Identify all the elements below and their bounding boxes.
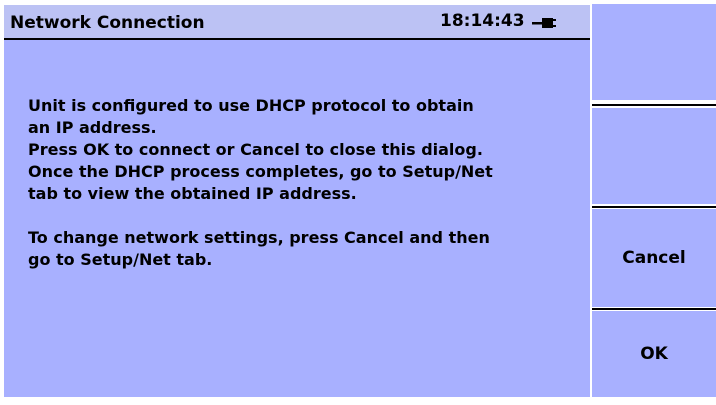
message-line: Unit is configured to use DHCP protocol … [28, 96, 474, 115]
softkey-divider [592, 104, 716, 106]
softkey-1[interactable] [592, 4, 716, 100]
message-line: To change network settings, press Cancel… [28, 228, 490, 247]
message-spacer [28, 205, 568, 227]
cancel-button[interactable]: Cancel [592, 209, 716, 307]
ok-button[interactable]: OK [592, 311, 716, 397]
dialog-title: Network Connection [10, 13, 205, 33]
softkey-divider [592, 308, 716, 310]
clock: 18:14:43 [440, 11, 525, 31]
softkey-panel: Cancel OK [592, 4, 716, 397]
message-line: an IP address. [28, 118, 157, 137]
network-plug-icon [532, 18, 556, 28]
dialog-message: Unit is configured to use DHCP protocol … [28, 95, 568, 271]
message-line: go to Setup/Net tab. [28, 250, 213, 269]
title-bar: Network Connection 18:14:43 [4, 4, 590, 40]
screen: Network Connection 18:14:43 Unit is conf… [0, 0, 716, 405]
message-line: tab to view the obtained IP address. [28, 184, 357, 203]
softkey-2[interactable] [592, 108, 716, 204]
message-line: Once the DHCP process completes, go to S… [28, 162, 493, 181]
softkey-divider [592, 206, 716, 208]
network-connection-dialog: Network Connection 18:14:43 Unit is conf… [4, 4, 590, 397]
message-line: Press OK to connect or Cancel to close t… [28, 140, 483, 159]
